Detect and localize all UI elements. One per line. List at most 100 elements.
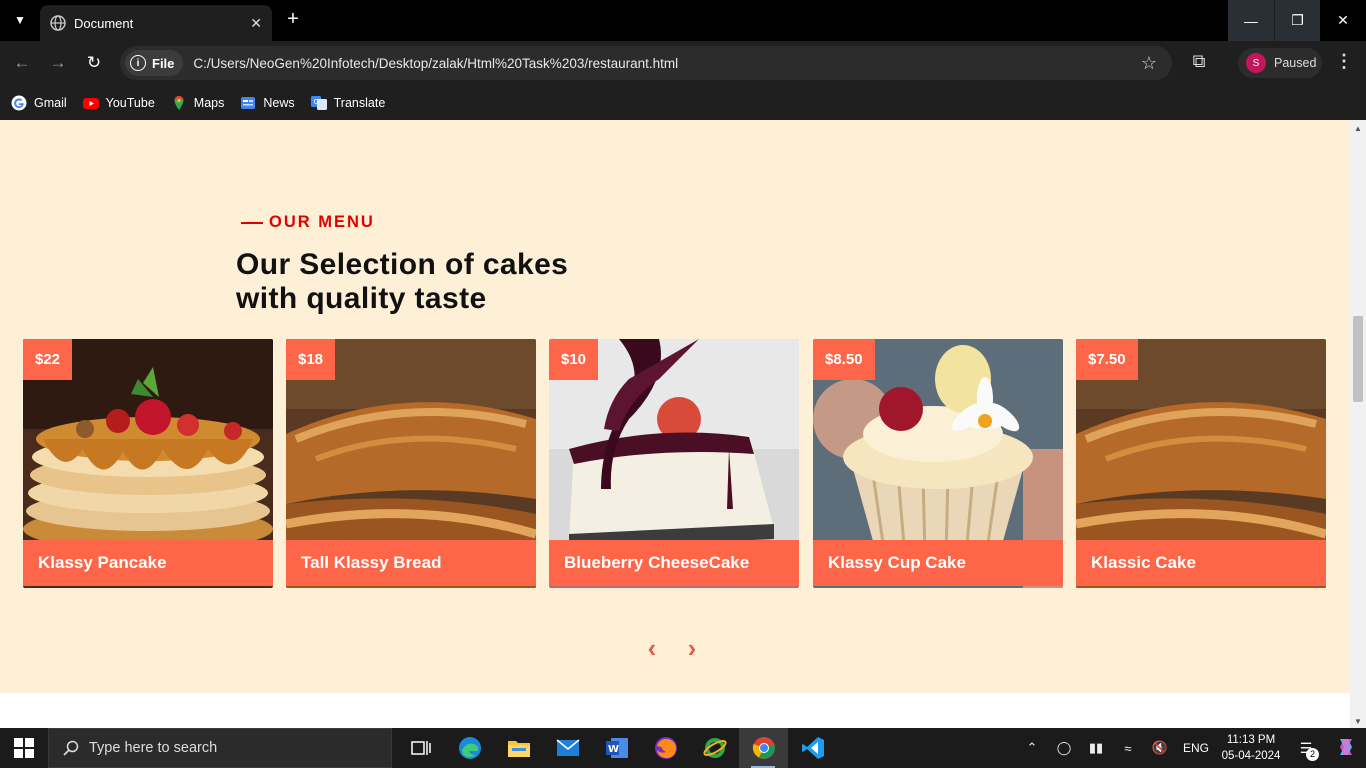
new-tab-plus-icon[interactable]: + xyxy=(282,8,304,32)
address-bar[interactable]: i File C:/Users/NeoGen%20Infotech/Deskto… xyxy=(120,46,1172,80)
clock-time: 11:13 PM xyxy=(1226,734,1276,746)
bookmark-gmail[interactable]: Gmail xyxy=(11,95,67,111)
menu-card[interactable]: $8.50 Klassy Cup Cake xyxy=(813,339,1063,588)
item-name: Klassic Cake xyxy=(1076,540,1326,586)
bookmark-label: Translate xyxy=(333,95,386,110)
price-badge: $8.50 xyxy=(813,339,875,380)
menu-card[interactable]: $18 Tall Klassy Bread xyxy=(286,339,536,588)
tab-title: Document xyxy=(74,15,134,31)
ie-icon[interactable] xyxy=(690,728,739,768)
battery-icon[interactable]: ▮▮ xyxy=(1080,740,1112,756)
word-icon[interactable]: W xyxy=(592,728,641,768)
copilot-icon[interactable] xyxy=(1326,737,1366,760)
site-chip-label: File xyxy=(152,55,175,71)
bookmarks-bar: Gmail YouTube Maps News G Translate xyxy=(0,85,1366,120)
carousel-controls: ‹ › xyxy=(643,635,701,661)
mail-icon[interactable] xyxy=(543,728,592,768)
headline-line-2: with quality taste xyxy=(236,282,487,315)
chrome-icon[interactable] xyxy=(739,728,788,768)
more-menu-icon[interactable]: ⋮ xyxy=(1332,51,1356,75)
extensions-puzzle-icon[interactable]: ⧉ xyxy=(1186,51,1212,75)
chevron-up-icon[interactable]: ⌃ xyxy=(1016,740,1048,756)
search-placeholder: Type here to search xyxy=(89,740,218,756)
tab-search-chevron-icon[interactable]: ▼ xyxy=(6,7,34,33)
section-eyebrow: OUR MENU xyxy=(241,213,375,232)
volume-muted-icon[interactable]: 🔇 xyxy=(1144,740,1176,756)
vscode-icon[interactable] xyxy=(788,728,837,768)
page-scrollbar[interactable]: ▲ ▼ xyxy=(1350,120,1366,728)
menu-card[interactable]: $7.50 Klassic Cake xyxy=(1076,339,1326,588)
price-badge: $18 xyxy=(286,339,336,380)
minimize-icon[interactable]: — xyxy=(1228,0,1274,41)
item-name: Klassy Cup Cake xyxy=(813,540,1063,586)
taskbar-apps: W xyxy=(396,728,837,768)
carousel-prev-icon[interactable]: ‹ xyxy=(643,635,661,661)
item-name: Tall Klassy Bread xyxy=(286,540,536,586)
browser-tab-document[interactable]: Document ✕ xyxy=(40,5,272,41)
translate-icon: G xyxy=(310,95,327,110)
search-icon xyxy=(63,740,79,756)
section-headline: Our Selection of cakes with quality tast… xyxy=(236,248,568,316)
windows-taskbar: Type here to search W ⌃ ◯ ▮▮ ≈ 🔇 ENG 11:… xyxy=(0,728,1366,768)
url-text[interactable]: C:/Users/NeoGen%20Infotech/Desktop/zalak… xyxy=(193,56,1134,71)
avatar: S xyxy=(1246,53,1266,73)
reload-icon[interactable]: ↻ xyxy=(80,49,108,77)
site-info-chip[interactable]: i File xyxy=(125,50,184,76)
menu-card[interactable]: $10 Blueberry CheeseCake xyxy=(549,339,799,588)
news-icon xyxy=(241,96,256,109)
taskbar-search[interactable]: Type here to search xyxy=(48,728,392,768)
item-name: Klassy Pancake xyxy=(23,540,273,586)
bookmark-news[interactable]: News xyxy=(240,95,295,111)
bookmark-label: Gmail xyxy=(34,95,67,110)
browser-tab-bar: ▼ Document ✕ + — ❐ ✕ xyxy=(0,0,1366,41)
bookmark-maps[interactable]: Maps xyxy=(171,95,225,111)
meet-now-icon[interactable]: ◯ xyxy=(1048,740,1080,756)
bookmark-youtube[interactable]: YouTube xyxy=(82,95,155,111)
wifi-icon[interactable]: ≈ xyxy=(1112,741,1144,756)
clock[interactable]: 11:13 PM 05-04-2024 xyxy=(1216,732,1286,764)
price-badge: $22 xyxy=(23,339,73,380)
bookmark-label: News xyxy=(263,95,295,110)
forward-arrow-icon[interactable]: → xyxy=(44,49,72,77)
bookmark-star-icon[interactable]: ☆ xyxy=(1134,53,1164,74)
scroll-up-icon[interactable]: ▲ xyxy=(1354,124,1362,133)
start-button[interactable] xyxy=(0,728,48,768)
clock-date: 05-04-2024 xyxy=(1221,750,1281,762)
carousel-next-icon[interactable]: › xyxy=(683,635,701,661)
scroll-thumb[interactable] xyxy=(1353,316,1363,402)
youtube-icon xyxy=(82,97,99,109)
page-viewport: OUR MENU Our Selection of cakes with qua… xyxy=(0,120,1366,728)
price-badge: $7.50 xyxy=(1076,339,1138,380)
firefox-icon[interactable] xyxy=(641,728,690,768)
bookmark-translate[interactable]: G Translate xyxy=(310,95,386,111)
svg-text:G: G xyxy=(313,98,318,106)
restore-icon[interactable]: ❐ xyxy=(1274,0,1320,41)
menu-card[interactable]: $22 Klassy Pancake xyxy=(23,339,273,588)
profile-button[interactable]: S Paused xyxy=(1238,48,1322,78)
item-name: Blueberry CheeseCake xyxy=(549,540,799,586)
close-tab-icon[interactable]: ✕ xyxy=(250,15,262,32)
language-indicator[interactable]: ENG xyxy=(1176,741,1216,755)
scroll-down-icon[interactable]: ▼ xyxy=(1354,717,1362,726)
task-view-icon[interactable] xyxy=(396,728,445,768)
notification-count: 2 xyxy=(1306,747,1319,761)
eyebrow-line xyxy=(241,221,263,224)
price-badge: $10 xyxy=(549,339,599,380)
bookmark-label: Maps xyxy=(193,95,225,110)
svg-text:W: W xyxy=(608,744,619,755)
notifications-icon[interactable]: ☰ 2 xyxy=(1286,740,1326,761)
menu-section: OUR MENU Our Selection of cakes with qua… xyxy=(0,120,1350,693)
eyebrow-text: OUR MENU xyxy=(269,213,375,231)
maps-icon xyxy=(174,95,184,110)
menu-carousel: $22 Klassy Pancake $18 Tall Klassy Bread xyxy=(23,339,1326,588)
close-window-icon[interactable]: ✕ xyxy=(1320,0,1366,41)
browser-toolbar: ← → ↻ i File C:/Users/NeoGen%20Infotech/… xyxy=(0,41,1366,85)
window-controls: — ❐ ✕ xyxy=(1228,0,1366,41)
file-explorer-icon[interactable] xyxy=(494,728,543,768)
system-tray: ⌃ ◯ ▮▮ ≈ 🔇 ENG 11:13 PM 05-04-2024 ☰ 2 xyxy=(1016,728,1366,768)
edge-icon[interactable] xyxy=(445,728,494,768)
gmail-icon xyxy=(11,95,27,110)
globe-icon xyxy=(50,15,66,31)
bookmark-label: YouTube xyxy=(105,95,155,110)
back-arrow-icon[interactable]: ← xyxy=(8,49,36,77)
